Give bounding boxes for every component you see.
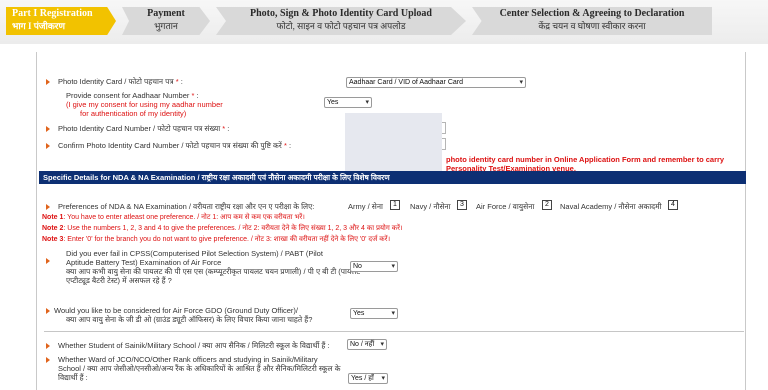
cpss-question-line1: Did you ever fail in CPSS(Computerised P… [66, 249, 323, 258]
chevron-down-icon: ▾ [365, 99, 369, 106]
step-upload-subtitle: फोटो, साइन व फोटो पहचान पत्र अपलोड [276, 21, 406, 31]
required-mark: * [222, 124, 226, 133]
pref-naval-academy-label: Naval Academy / नौसेना अकादमी [560, 202, 662, 211]
note-3: Note 3: Enter '0' for the branch you do … [42, 236, 390, 244]
id-number-label-text: Photo Identity Card Number / फोटो पहचान … [58, 124, 221, 133]
photo-id-label: Photo Identity Card / फोटो पहचान पत्र * … [58, 77, 183, 86]
jco-question-line1: Whether Ward of JCO/NCO/Other Rank offic… [58, 355, 318, 364]
cpss-question-line2: Aptitude Battery Test) Examination of Ai… [66, 258, 222, 267]
jco-question-line3: विद्यार्थी हैं : [58, 373, 88, 382]
consent-select[interactable]: Yes ▾ [324, 97, 372, 108]
chevron-down-icon: ▾ [380, 341, 384, 348]
bullet-icon [46, 343, 50, 349]
gdo-select[interactable]: Yes ▾ [350, 308, 398, 319]
photo-id-label-text: Photo Identity Card / फोटो पहचान पत्र [58, 77, 174, 86]
step-upload: Photo, Sign & Photo Identity Card Upload… [216, 7, 466, 35]
cpss-question-line4: एप्टीट्यूड बैटरी टेस्ट) में असफल रहे हैं… [66, 276, 172, 285]
confirm-id-label: Confirm Photo Identity Card Number / फोट… [58, 141, 292, 150]
chevron-down-icon: ▾ [381, 375, 385, 382]
divider [44, 331, 744, 332]
note-2-tag: Note 2 [42, 225, 64, 232]
step-upload-title: Photo, Sign & Photo Identity Card Upload [250, 8, 432, 19]
confirm-id-label-text: Confirm Photo Identity Card Number / फोट… [58, 141, 282, 150]
bullet-icon [46, 308, 50, 314]
pref-army-label: Army / सेना [348, 202, 383, 211]
pref-naval-academy-input[interactable]: 4 [668, 200, 678, 210]
sainik-select-value: No / नहीं [350, 341, 375, 348]
consent-label-line1: Provide consent for Aadhaar Number [66, 91, 190, 100]
sainik-select[interactable]: No / नहीं ▾ [347, 339, 387, 350]
cpss-question-line3: क्या आप कभी वायु सेना की पायलट की पी एस … [66, 267, 361, 276]
jco-question-line2: School / क्या आप जेसीओ/एनसीओ/अन्य रैंक क… [58, 364, 341, 373]
note-2-text: : Use the numbers 1, 2, 3 and 4 to give … [63, 225, 403, 232]
pref-army-input[interactable]: 1 [390, 200, 400, 210]
step-registration: Part I Registration भाग I पंजीकरण [6, 7, 116, 35]
consent-label: Provide consent for Aadhaar Number * : [66, 91, 199, 100]
note-1: Note 1: You have to enter atleast one pr… [42, 214, 305, 222]
pref-airforce-label: Air Force / वायुसेना [476, 202, 535, 211]
consent-label-line2: (I give my consent for using my aadhar n… [66, 100, 223, 109]
preferences-label: Preferences of NDA & NA Examination / वर… [58, 202, 315, 211]
step-registration-title: Part I Registration [12, 8, 93, 19]
cpss-select-value: No [353, 263, 362, 270]
step-center-subtitle: केंद्र चयन व घोषणा स्वीकार करना [538, 21, 646, 31]
gdo-question-line1: Would you like to be considered for Air … [54, 306, 298, 315]
step-payment: Payment भुगतान [122, 7, 210, 35]
sainik-question: Whether Student of Sainik/Military Schoo… [58, 341, 330, 350]
required-mark: * [175, 77, 179, 86]
warning-line1: photo identity card number in Online App… [446, 155, 725, 164]
bullet-icon [46, 204, 50, 210]
bullet-icon [46, 79, 50, 85]
photo-id-select[interactable]: Aadhaar Card / VID of Aadhaar Card ▾ [346, 77, 526, 88]
cpss-select[interactable]: No ▾ [350, 261, 398, 272]
bullet-icon [46, 126, 50, 132]
note-1-tag: Note 1 [42, 214, 64, 221]
bullet-icon [46, 143, 50, 149]
step-payment-subtitle: भुगतान [154, 21, 178, 31]
consent-select-value: Yes [327, 99, 339, 106]
step-center-title: Center Selection & Agreeing to Declarati… [499, 8, 685, 19]
progress-steps: Part I Registration भाग I पंजीकरण Paymen… [0, 0, 768, 44]
step-payment-title: Payment [147, 8, 185, 19]
note-3-text: : Enter '0' for the branch you do not wa… [63, 236, 391, 243]
required-mark: * [283, 141, 287, 150]
gdo-select-value: Yes [353, 310, 365, 317]
pref-airforce-input[interactable]: 2 [542, 200, 552, 210]
section-header: Specific Details for NDA & NA Examinatio… [39, 171, 746, 184]
step-registration-subtitle: भाग I पंजीकरण [12, 21, 65, 31]
chevron-down-icon: ▾ [519, 79, 523, 86]
step-center-selection: Center Selection & Agreeing to Declarati… [472, 7, 712, 35]
pref-navy-input[interactable]: 3 [457, 200, 467, 210]
bullet-icon [46, 258, 50, 264]
note-3-tag: Note 3 [42, 236, 64, 243]
jco-select[interactable]: Yes / हाँ ▾ [348, 373, 388, 384]
photo-id-select-value: Aadhaar Card / VID of Aadhaar Card [349, 79, 464, 86]
id-number-label: Photo Identity Card Number / फोटो पहचान … [58, 124, 230, 133]
bullet-icon [46, 357, 50, 363]
consent-label-line3: for authentication of my identity) [80, 109, 187, 118]
note-1-text: : You have to enter atleast one preferen… [63, 214, 305, 221]
required-mark: * [191, 91, 195, 100]
chevron-down-icon: ▾ [391, 310, 395, 317]
redacted-area [345, 113, 442, 179]
note-2: Note 2: Use the numbers 1, 2, 3 and 4 to… [42, 225, 403, 233]
pref-navy-label: Navy / नौसेना [410, 202, 451, 211]
jco-select-value: Yes / हाँ [351, 375, 374, 382]
chevron-down-icon: ▾ [391, 263, 395, 270]
gdo-question-line2: क्या आप वायु सेना के जी डी ओ (ग्राउंड ड्… [66, 315, 313, 324]
